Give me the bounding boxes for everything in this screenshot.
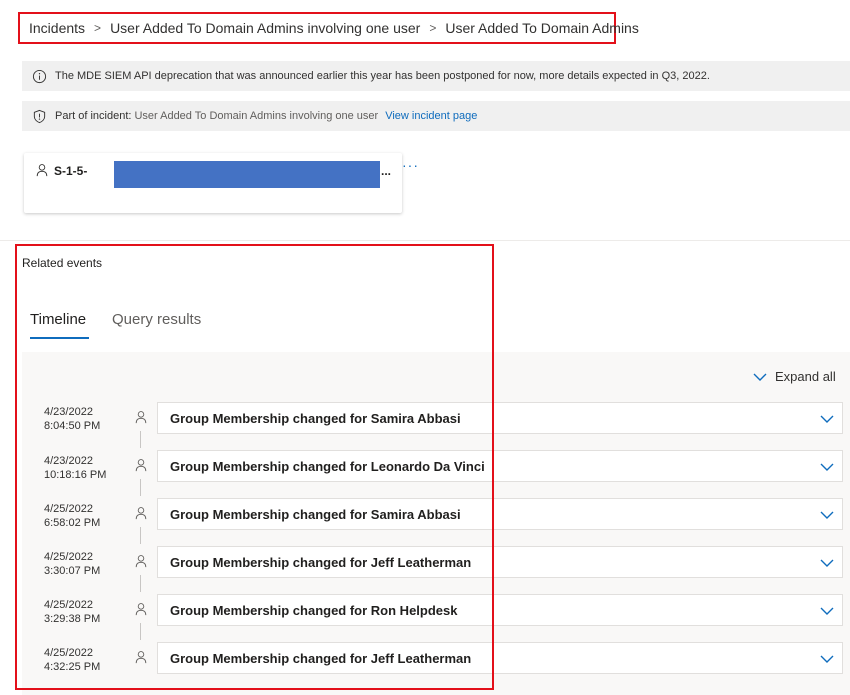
event-date: 4/23/2022 <box>44 406 93 418</box>
info-icon <box>32 69 47 84</box>
event-date: 4/25/2022 <box>44 599 93 611</box>
chevron-down-icon[interactable] <box>820 652 834 666</box>
timeline-connector <box>140 623 141 640</box>
incident-banner: Part of incident: User Added To Domain A… <box>22 101 850 131</box>
tab-timeline[interactable]: Timeline <box>30 311 86 328</box>
entity-name: S-1-5- <box>54 164 88 178</box>
event-card[interactable]: Group Membership changed for Ron Helpdes… <box>157 594 843 626</box>
related-events-title: Related events <box>22 256 103 270</box>
user-icon <box>135 507 147 520</box>
chevron-down-icon <box>753 373 767 381</box>
timeline-connector <box>140 527 141 544</box>
view-incident-link[interactable]: View incident page <box>385 110 477 122</box>
user-icon <box>135 459 147 472</box>
event-timestamp: 4/25/2022 3:30:07 PM <box>44 550 100 578</box>
user-icon <box>135 555 147 568</box>
event-title: Group Membership changed for Jeff Leathe… <box>170 554 472 570</box>
entity-card[interactable]: S-1-5- ... ··· <box>24 153 418 213</box>
event-date: 4/23/2022 <box>44 455 93 467</box>
event-timestamp: 4/25/2022 4:32:25 PM <box>44 646 100 674</box>
entity-ellipsis: ... <box>381 164 392 178</box>
event-date: 4/25/2022 <box>44 551 93 563</box>
chevron-right-icon: > <box>429 21 437 35</box>
event-title: Group Membership changed for Leonardo Da… <box>170 458 485 474</box>
chevron-down-icon[interactable] <box>820 460 834 474</box>
chevron-down-icon[interactable] <box>820 556 834 570</box>
event-title: Group Membership changed for Samira Abba… <box>170 410 461 426</box>
redacted-block <box>114 161 380 188</box>
breadcrumb: Incidents > User Added To Domain Admins … <box>18 12 639 44</box>
breadcrumb-incidents[interactable]: Incidents <box>29 20 85 36</box>
more-options-icon[interactable]: ··· <box>402 157 419 173</box>
breadcrumb-alert[interactable]: User Added To Domain Admins <box>445 20 639 36</box>
deprecation-banner: The MDE SIEM API deprecation that was an… <box>22 61 850 91</box>
incident-name: User Added To Domain Admins involving on… <box>134 110 379 122</box>
chevron-down-icon[interactable] <box>820 412 834 426</box>
deprecation-text: The MDE SIEM API deprecation that was an… <box>55 70 710 82</box>
section-divider <box>0 240 850 241</box>
event-time: 10:18:16 PM <box>44 469 107 481</box>
event-title: Group Membership changed for Samira Abba… <box>170 506 461 522</box>
tab-selected-indicator <box>30 337 89 339</box>
chevron-right-icon: > <box>94 21 102 35</box>
event-card[interactable]: Group Membership changed for Jeff Leathe… <box>157 546 843 578</box>
user-icon <box>135 411 147 424</box>
chevron-down-icon[interactable] <box>820 508 834 522</box>
chevron-down-icon[interactable] <box>820 604 834 618</box>
breadcrumb-incident[interactable]: User Added To Domain Admins involving on… <box>110 20 420 36</box>
event-time: 3:29:38 PM <box>44 613 101 625</box>
event-timestamp: 4/25/2022 3:29:38 PM <box>44 598 100 626</box>
timeline-connector <box>140 479 141 496</box>
event-time: 6:58:02 PM <box>44 517 101 529</box>
event-card[interactable]: Group Membership changed for Samira Abba… <box>157 402 843 434</box>
timeline-connector <box>140 431 141 448</box>
user-icon <box>135 603 147 616</box>
event-time: 4:32:25 PM <box>44 661 101 673</box>
expand-all-label: Expand all <box>775 369 836 384</box>
event-title: Group Membership changed for Jeff Leathe… <box>170 650 472 666</box>
event-title: Group Membership changed for Ron Helpdes… <box>170 602 458 618</box>
event-date: 4/25/2022 <box>44 503 93 515</box>
event-timestamp: 4/23/2022 10:18:16 PM <box>44 454 106 482</box>
event-time: 8:04:50 PM <box>44 420 101 432</box>
event-card[interactable]: Group Membership changed for Samira Abba… <box>157 498 843 530</box>
event-card[interactable]: Group Membership changed for Leonardo Da… <box>157 450 843 482</box>
timeline-connector <box>140 575 141 592</box>
user-icon <box>35 163 49 177</box>
expand-all-button[interactable]: Expand all <box>753 369 836 384</box>
event-date: 4/25/2022 <box>44 647 93 659</box>
event-time: 3:30:07 PM <box>44 565 101 577</box>
user-icon <box>135 651 147 664</box>
event-timestamp: 4/23/2022 8:04:50 PM <box>44 405 100 433</box>
incident-label: Part of incident: <box>55 110 132 122</box>
event-timestamp: 4/25/2022 6:58:02 PM <box>44 502 100 530</box>
tab-query-results[interactable]: Query results <box>112 311 201 328</box>
shield-icon <box>32 109 47 124</box>
event-card[interactable]: Group Membership changed for Jeff Leathe… <box>157 642 843 674</box>
